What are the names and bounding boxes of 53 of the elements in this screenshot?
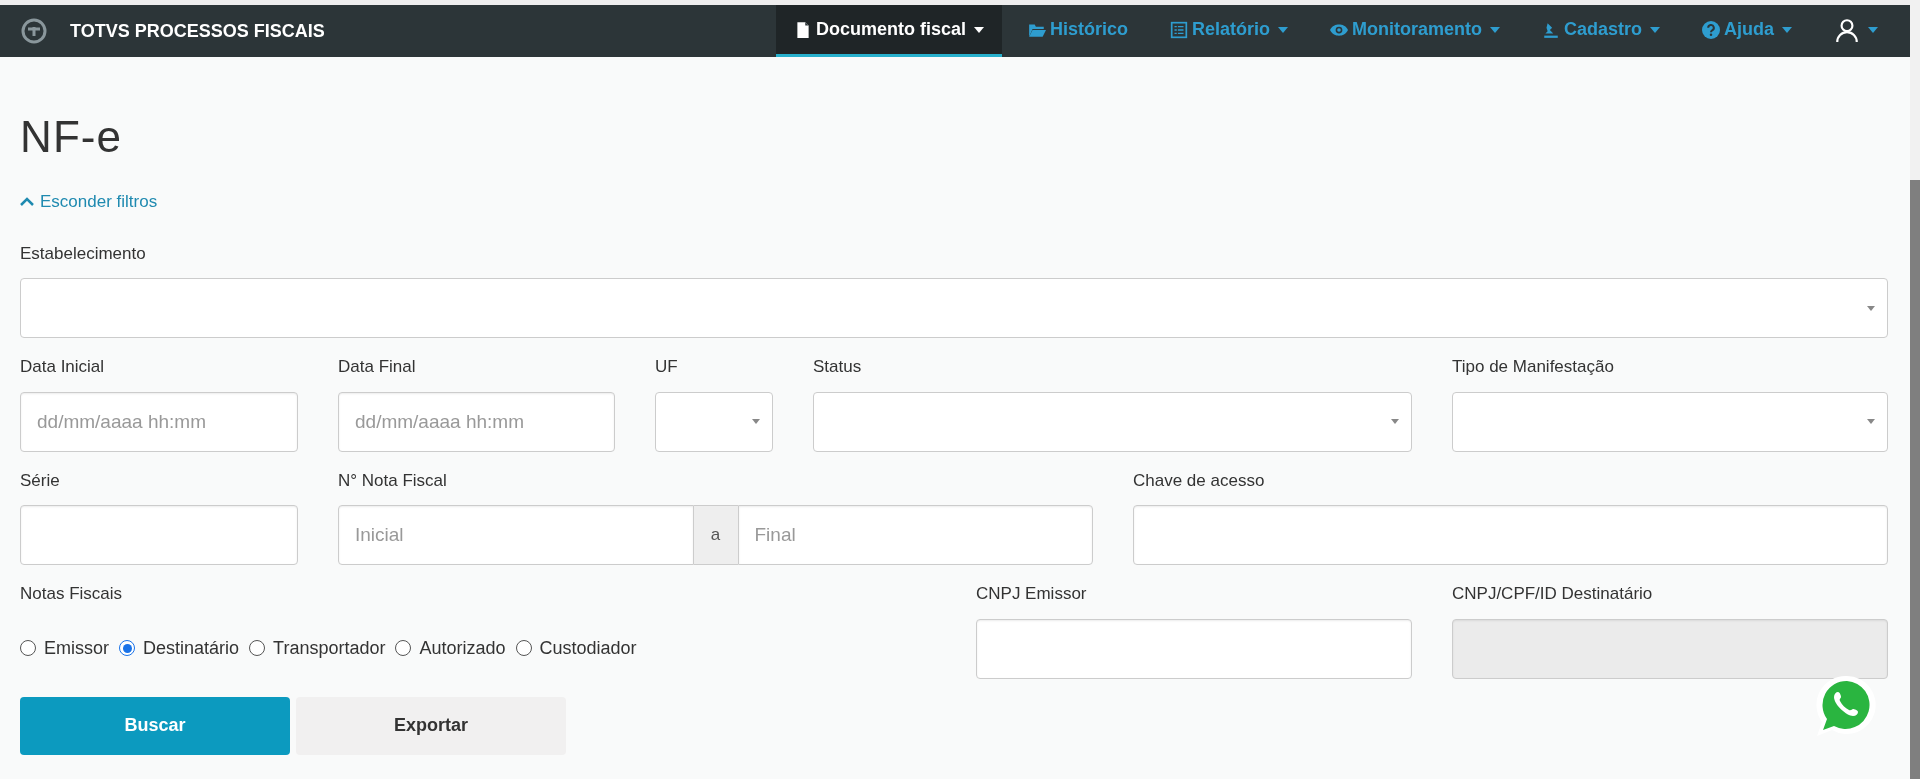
radio-option[interactable]: Destinatário — [119, 634, 240, 662]
radio-button[interactable] — [249, 640, 266, 656]
field-label: N° Nota Fiscal — [338, 469, 448, 492]
input-field[interactable]: dd/mm/aaaa hh:mm — [338, 391, 615, 452]
app-title: TOTVS PROCESSOS FISCAIS — [70, 19, 325, 43]
nav-menu-item[interactable]: Histórico — [1009, 5, 1146, 57]
list-icon — [1169, 20, 1188, 39]
nav-menu-item[interactable]: Documento fiscal — [775, 5, 1002, 57]
select-field[interactable] — [1452, 391, 1888, 452]
caret-icon — [1867, 305, 1875, 311]
nav-menu-item[interactable]: Monitoramento — [1311, 5, 1518, 57]
input-field[interactable] — [20, 505, 298, 565]
input-field[interactable] — [976, 618, 1412, 679]
field-label: Série — [20, 469, 61, 492]
radio-button[interactable] — [395, 640, 412, 656]
radio-option[interactable]: Custodiador — [515, 634, 637, 662]
select-field[interactable] — [813, 391, 1412, 452]
field-label: Data Final — [338, 356, 417, 378]
caret-icon — [752, 419, 760, 424]
page-title: NF-e — [20, 115, 124, 159]
radio-button[interactable] — [20, 640, 36, 656]
select-field[interactable] — [655, 391, 773, 452]
export-button[interactable]: Exportar — [296, 696, 566, 755]
field-label: UF — [655, 356, 679, 378]
field-label: CNPJ Emissor — [976, 583, 1088, 605]
field-label: Data Inicial — [20, 356, 106, 378]
caret-icon — [1867, 419, 1875, 424]
caret-icon — [1391, 419, 1399, 424]
field-label: Chave de acesso — [1133, 469, 1266, 492]
input-field[interactable]: dd/mm/aaaa hh:mm — [20, 391, 298, 452]
scrollbar[interactable] — [1910, 0, 1920, 779]
help-icon — [1702, 20, 1720, 39]
field-label: Estabelecimento — [20, 242, 147, 265]
input-field[interactable]: Inicial — [338, 505, 694, 565]
input-field[interactable] — [1133, 505, 1888, 565]
radio-option[interactable]: Emissor — [20, 634, 109, 662]
field-label: Notas Fiscais — [20, 583, 124, 605]
field-label: Status — [813, 356, 863, 378]
nav-menu-item[interactable]: Relatório — [1151, 5, 1306, 57]
select-field[interactable] — [20, 278, 1888, 338]
logo-icon — [21, 18, 47, 44]
field-label: Tipo de Manifestação — [1452, 356, 1615, 378]
radio-option[interactable]: Autorizado — [395, 634, 506, 662]
range-separator: a — [693, 505, 738, 565]
input-field[interactable]: Final — [737, 505, 1093, 565]
radio-button[interactable] — [515, 640, 532, 656]
nav-menu-item[interactable]: Ajuda — [1684, 5, 1810, 57]
nav-menu-item[interactable]: Cadastro — [1523, 5, 1678, 57]
user-icon — [1834, 16, 1860, 43]
radio-option[interactable]: Transportador — [249, 634, 386, 662]
toggle-filters-link[interactable]: Esconder filtros — [20, 189, 158, 215]
radio-button[interactable] — [119, 640, 135, 656]
field-label: CNPJ/CPF/ID Destinatário — [1452, 583, 1654, 605]
